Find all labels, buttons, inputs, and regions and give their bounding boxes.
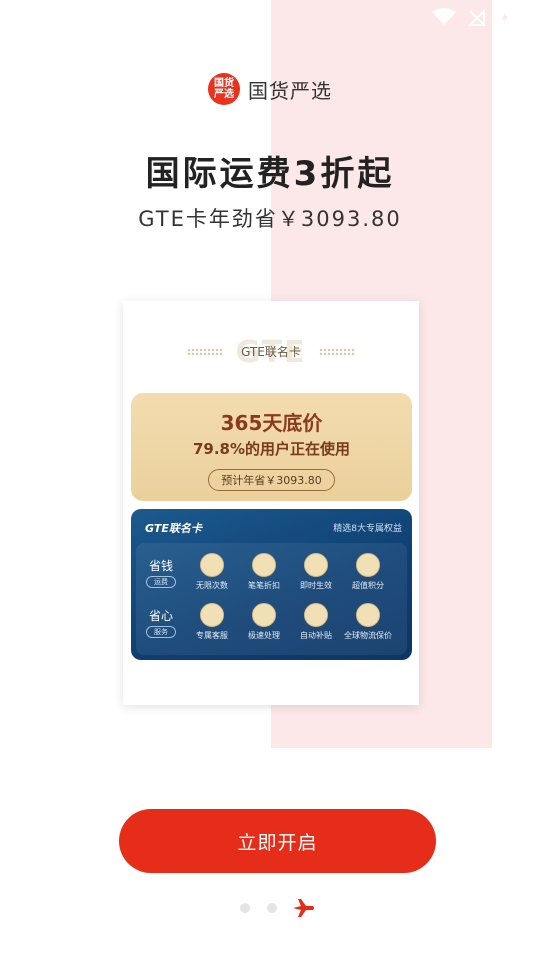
airplane-icon <box>293 898 315 922</box>
feature-item: 极速处理 <box>240 603 288 641</box>
feature-label: 无限次数 <box>196 581 228 590</box>
page-dot-1 <box>240 903 250 913</box>
brand-logo: 国货 严选 <box>208 73 240 105</box>
feature-item: 无限次数 <box>188 553 236 591</box>
clock-icon <box>304 553 328 577</box>
subsidy-icon <box>304 603 328 627</box>
decor-dots-left <box>187 348 223 356</box>
row-label-text: 省钱 <box>148 559 173 573</box>
offer-estimate-pill: 预计年省￥3093.80 <box>208 469 335 491</box>
page-dot-2 <box>267 903 277 913</box>
feature-label: 专属客服 <box>196 631 228 640</box>
offer-usage: 79.8%的用户正在使用 <box>192 440 351 458</box>
brand-name: 国货严选 <box>248 78 332 103</box>
customer-service-icon <box>200 603 224 627</box>
feature-item: 笔笔折扣 <box>240 553 288 591</box>
row-label-text: 省心 <box>148 609 173 623</box>
row-label-save: 省钱 运费 <box>146 557 176 588</box>
decor-dots-right <box>319 348 355 356</box>
row-label-worry-free: 省心 服务 <box>146 607 176 638</box>
feature-label: 即时生效 <box>300 581 332 590</box>
benefits-card: GTE联名卡 精选8大专属权益 省钱 运费 无限次数 笔笔折扣 即时生效 超值积… <box>131 509 412 660</box>
feature-label: 极速处理 <box>248 631 280 640</box>
row-tag: 服务 <box>146 626 176 638</box>
offer-days: 365天底价 <box>220 411 323 435</box>
feature-item: 自动补贴 <box>292 603 340 641</box>
battery-icon <box>498 6 512 32</box>
gold-offer-banner: 365天底价 79.8%的用户正在使用 预计年省￥3093.80 <box>131 393 412 501</box>
wifi-icon <box>432 8 456 30</box>
lightning-icon <box>252 603 276 627</box>
feature-item: 专属客服 <box>188 603 236 641</box>
tag-icon <box>252 553 276 577</box>
feature-item: 即时生效 <box>292 553 340 591</box>
feature-label: 自动补贴 <box>300 631 332 640</box>
start-button[interactable]: 立即开启 <box>119 809 436 873</box>
feature-item: 超值积分 <box>344 553 392 591</box>
benefits-grid: 省钱 运费 无限次数 笔笔折扣 即时生效 超值积分 省心 服务 专属客服 极速处… <box>136 543 407 655</box>
benefits-rights: 精选8大专属权益 <box>333 524 402 534</box>
page-indicator <box>238 898 318 918</box>
signal-off-icon <box>467 8 486 31</box>
shield-icon <box>356 603 380 627</box>
page-subtitle: GTE卡年劲省￥3093.80 <box>138 207 402 231</box>
feature-label: 笔笔折扣 <box>248 581 280 590</box>
feature-label: 超值积分 <box>352 581 384 590</box>
card-name: GTE联名卡 <box>241 345 301 359</box>
brand-header: 国货 严选 国货严选 <box>0 72 540 106</box>
card-header: GTE GTE联名卡 <box>123 335 419 370</box>
coins-icon <box>356 553 380 577</box>
page-title: 国际运费3折起 <box>145 154 395 194</box>
gte-card-preview: GTE GTE联名卡 365天底价 79.8%的用户正在使用 预计年省￥3093… <box>123 301 419 705</box>
feature-label: 全球物流保价 <box>344 631 392 640</box>
battery-level: 4 <box>523 7 534 26</box>
row-tag: 运费 <box>146 576 176 588</box>
refresh-icon <box>200 553 224 577</box>
feature-item: 全球物流保价 <box>344 603 392 641</box>
benefits-card-title: GTE联名卡 <box>145 522 202 535</box>
status-bar: 4 <box>390 0 540 34</box>
